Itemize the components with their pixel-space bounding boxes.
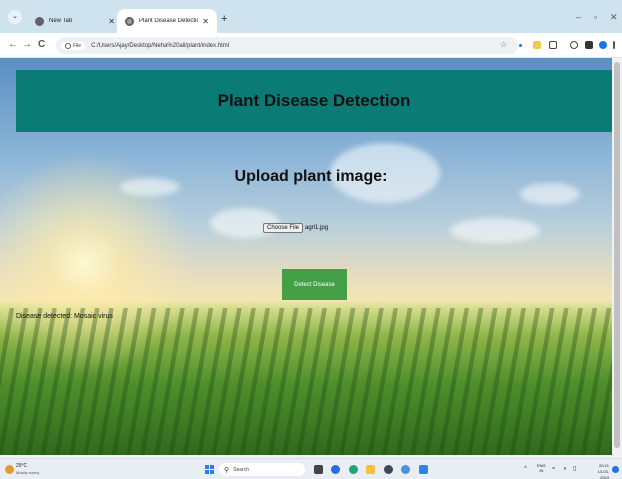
edge-icon[interactable] (349, 465, 358, 474)
page-header: Plant Disease Detection (16, 70, 612, 132)
page-title: Plant Disease Detection (217, 91, 411, 110)
tray-overflow-icon[interactable]: ^ (524, 465, 527, 473)
tab-close-icon[interactable]: ✕ (202, 17, 209, 26)
tab-close-icon[interactable]: ✕ (108, 17, 115, 26)
field-crop-rows (0, 308, 622, 455)
notification-icon[interactable] (612, 466, 619, 473)
language-indicator[interactable]: ENG IN (537, 463, 546, 473)
page-favicon-icon (125, 16, 134, 26)
browser-toolbar: ← → C File C:/Users/Ajay/Desktop/Neha%20… (0, 33, 622, 58)
new-tab-favicon-icon (35, 16, 44, 26)
file-input[interactable]: Choose File agri1.jpg (263, 223, 328, 233)
forward-icon[interactable]: → (22, 39, 32, 51)
language-region: IN (539, 468, 544, 473)
tab-plant-disease-detection[interactable]: Plant Disease Detection ✕ (117, 9, 217, 33)
scheme-label: File (73, 42, 82, 49)
star-icon[interactable]: ☆ (500, 41, 507, 49)
info-icon (65, 42, 71, 49)
extension-icon[interactable] (533, 41, 541, 49)
wifi-icon[interactable]: ≈ (552, 465, 555, 473)
more-menu-icon[interactable] (613, 41, 615, 49)
sync-icon[interactable] (570, 41, 578, 49)
screen: ⌄ New Tab ✕ Plant Disease Detection ✕ + … (0, 0, 622, 479)
taskbar-clock[interactable]: 20:21 13-03-2024 (593, 463, 609, 479)
volume-icon[interactable]: ◖ (563, 465, 567, 473)
choose-file-button[interactable]: Choose File (263, 223, 304, 233)
back-icon[interactable]: ← (8, 39, 18, 51)
file-explorer-icon[interactable] (366, 465, 375, 474)
battery-icon[interactable]: ▯ (573, 465, 576, 473)
vertical-scrollbar[interactable] (612, 58, 622, 455)
minimize-icon[interactable]: – (576, 12, 581, 22)
tab-new-tab[interactable]: New Tab ✕ (27, 9, 123, 33)
url-text: C:/Users/Ajay/Desktop/Neha%20all/plant/i… (91, 42, 230, 49)
close-window-icon[interactable]: ✕ (610, 12, 618, 23)
extensions-puzzle-icon[interactable] (549, 41, 557, 49)
vscode-icon[interactable] (419, 465, 428, 474)
task-view-icon[interactable] (314, 465, 323, 474)
chrome-icon[interactable] (401, 465, 410, 474)
search-placeholder: Search (233, 466, 249, 473)
clock-date: 13-03-2024 (597, 469, 609, 479)
upload-heading: Upload plant image: (234, 168, 388, 185)
site-info-chip[interactable]: File (61, 41, 86, 50)
browser-tab-strip: ⌄ New Tab ✕ Plant Disease Detection ✕ + … (0, 0, 622, 33)
reload-icon[interactable]: C (38, 39, 45, 51)
tab-search-menu-icon[interactable]: ⌄ (8, 10, 22, 24)
maximize-icon[interactable]: ▫ (594, 12, 597, 22)
extension-dot-icon[interactable] (519, 44, 522, 47)
weather-temperature[interactable]: 29°C (16, 463, 27, 469)
tab-title: New Tab (49, 18, 73, 24)
search-icon: ⚲ (224, 466, 230, 474)
weather-description[interactable]: Mostly sunny (16, 470, 39, 475)
background-cloud (450, 218, 540, 243)
scrollbar-thumb[interactable] (614, 62, 620, 448)
webpage: Plant Disease Detection Upload plant ima… (0, 58, 622, 455)
taskbar: 29°C Mostly sunny ⚲ Search ^ ENG IN ≈ ◖ … (0, 458, 622, 479)
copilot-icon[interactable] (331, 465, 340, 474)
address-bar[interactable]: File C:/Users/Ajay/Desktop/Neha%20all/pl… (56, 37, 518, 54)
sidebar-icon[interactable] (585, 41, 593, 49)
new-tab-button[interactable]: + (221, 13, 227, 25)
result-text: Disease detected: Mosaic virus (16, 313, 113, 320)
windows-start-icon[interactable] (205, 465, 214, 474)
background-cloud (520, 183, 580, 205)
weather-sun-icon[interactable] (5, 465, 14, 474)
selected-file-name: agri1.jpg (305, 225, 329, 231)
profile-avatar-icon[interactable] (599, 41, 607, 49)
store-icon[interactable] (384, 465, 393, 474)
detect-disease-button[interactable]: Detect Disease (282, 269, 347, 300)
tab-title: Plant Disease Detection (139, 18, 199, 24)
taskbar-search[interactable]: ⚲ Search (219, 463, 305, 476)
